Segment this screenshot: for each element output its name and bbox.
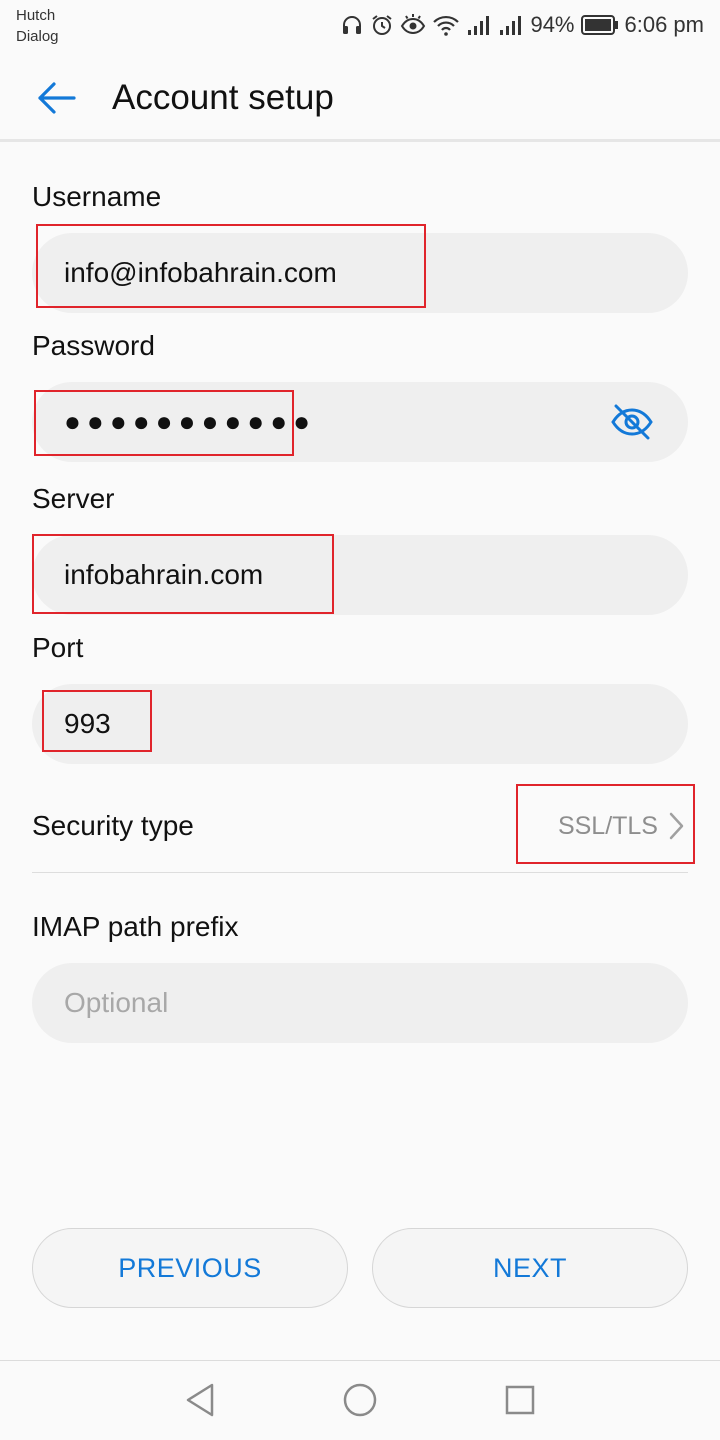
previous-button[interactable]: PREVIOUS xyxy=(32,1228,348,1308)
server-value: infobahrain.com xyxy=(64,559,264,590)
nav-back-icon xyxy=(186,1383,214,1417)
page-title: Account setup xyxy=(112,78,334,117)
password-value: ●●●●●●●●●●● xyxy=(64,406,317,437)
password-field[interactable]: ●●●●●●●●●●● xyxy=(32,382,688,462)
imap-path-prefix-label: IMAP path prefix xyxy=(32,911,239,942)
nav-home-button[interactable] xyxy=(330,1376,390,1424)
nav-back-button[interactable] xyxy=(170,1376,230,1424)
battery-icon xyxy=(580,15,618,35)
signal-icon xyxy=(500,16,522,35)
header-divider xyxy=(0,139,720,142)
chevron-right-icon xyxy=(669,812,684,840)
security-type-label: Security type xyxy=(32,810,194,841)
nav-recents-button[interactable] xyxy=(490,1376,550,1424)
username-label: Username xyxy=(32,181,162,212)
carrier-line-1: Hutch xyxy=(16,7,56,24)
back-button[interactable] xyxy=(28,72,84,124)
imap-path-prefix-placeholder: Optional xyxy=(64,987,169,1018)
carrier-line-2: Dialog xyxy=(16,28,59,45)
wifi-icon xyxy=(433,15,460,36)
server-label: Server xyxy=(32,483,115,514)
headset-icon xyxy=(343,16,362,34)
visibility-off-icon xyxy=(611,404,653,440)
back-arrow-icon xyxy=(38,82,76,114)
username-value: info@infobahrain.com xyxy=(64,257,337,288)
nav-home-icon xyxy=(343,1383,377,1417)
nav-bar-divider xyxy=(0,1360,720,1361)
port-field[interactable]: 993 xyxy=(32,684,688,764)
eye-comfort-icon xyxy=(401,14,426,35)
battery-percent: 94% xyxy=(530,12,575,37)
username-field[interactable]: info@infobahrain.com xyxy=(32,233,688,313)
signal-icon xyxy=(468,16,490,35)
alarm-icon xyxy=(372,15,393,35)
server-field[interactable]: infobahrain.com xyxy=(32,535,688,615)
password-label: Password xyxy=(32,330,155,361)
imap-path-prefix-field[interactable]: Optional xyxy=(32,963,688,1043)
toggle-password-visibility[interactable] xyxy=(604,394,660,450)
carrier-name: Hutch Dialog xyxy=(16,5,59,47)
status-icons: 94% 6:06 pm xyxy=(340,8,704,42)
port-value: 993 xyxy=(64,708,111,739)
row-divider xyxy=(32,872,688,873)
security-type-value: SSL/TLS xyxy=(557,812,658,840)
next-button[interactable]: NEXT xyxy=(372,1228,688,1308)
nav-recents-icon xyxy=(505,1385,535,1415)
port-label: Port xyxy=(32,632,84,663)
clock: 6:06 pm xyxy=(624,12,705,37)
